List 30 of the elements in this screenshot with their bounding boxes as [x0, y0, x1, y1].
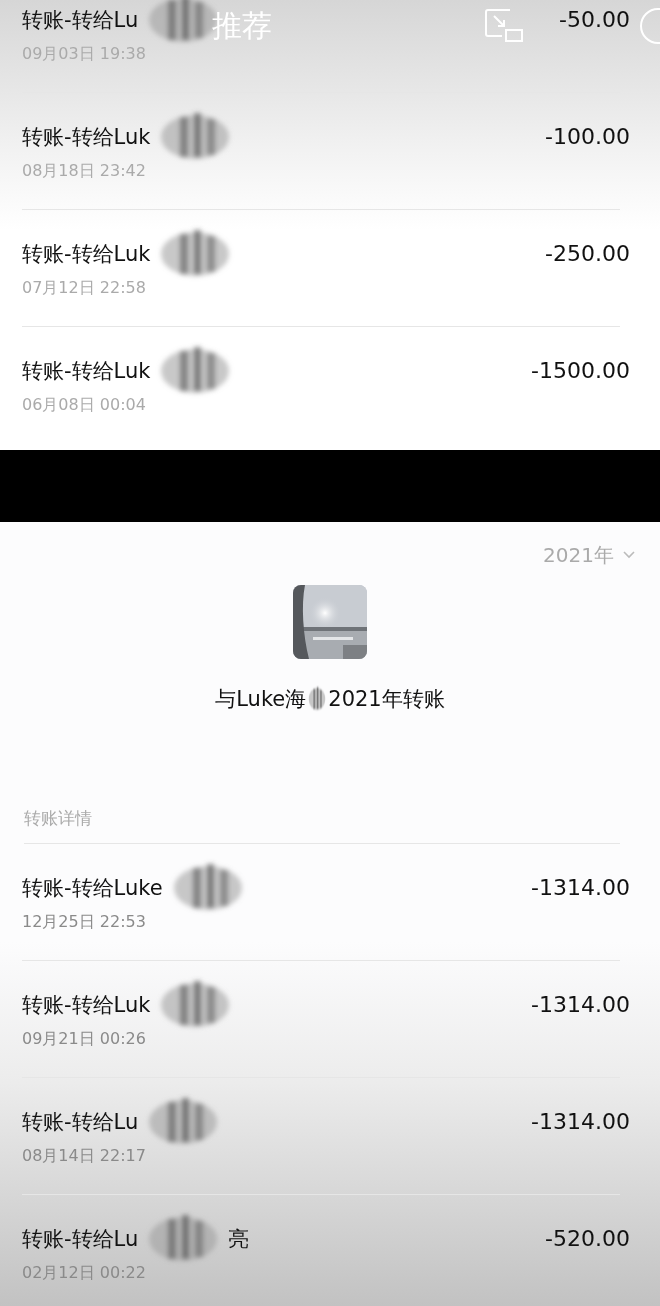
transfer-amount: -100.00	[545, 123, 630, 151]
chevron-down-icon[interactable]	[622, 550, 636, 560]
transfer-date: 08月18日 23:42	[22, 160, 147, 182]
transfer-amount: -520.00	[545, 1225, 630, 1253]
name-fragment: 亮	[228, 1226, 250, 1253]
transfer-amount: -1500.00	[531, 357, 630, 385]
transfer-date: 06月08日 00:04	[22, 394, 147, 416]
transfer-amount: -1314.00	[531, 874, 630, 902]
transfer-date: 08月14日 22:17	[22, 1145, 147, 1167]
transfer-date: 12月25日 22:53	[22, 911, 147, 933]
transfer-date: 07月12日 22:58	[22, 277, 147, 299]
transfer-date: 02月12日 00:22	[22, 1262, 147, 1284]
transfer-title: 转账-转给Luk	[22, 124, 151, 151]
cast-icon[interactable]	[484, 8, 526, 44]
transfer-amount: -50.00	[559, 6, 630, 34]
summary-title: 与Luke海	[215, 686, 307, 713]
section-title: 转账详情	[24, 808, 92, 828]
transfer-title: 转账-转给Lu	[22, 1109, 139, 1136]
transfer-title: 转账-转给Luke	[22, 875, 163, 902]
transfer-date: 09月21日 00:26	[22, 1028, 147, 1050]
transfer-amount: -1314.00	[531, 991, 630, 1019]
year-dropdown[interactable]: 2021年	[543, 540, 614, 570]
transfer-title: 转账-转给Luk	[22, 992, 151, 1019]
summary-title: 2021年转账	[328, 686, 445, 713]
transfer-title: 转账-转给Lu	[22, 1226, 139, 1253]
transfer-amount: -1314.00	[531, 1108, 630, 1136]
transfer-title: 转账-转给Luk	[22, 358, 151, 385]
transfer-title: 转账-转给Luk	[22, 241, 151, 268]
transfer-title: 转账-转给Lu	[22, 7, 139, 34]
transfer-amount: -250.00	[545, 240, 630, 268]
